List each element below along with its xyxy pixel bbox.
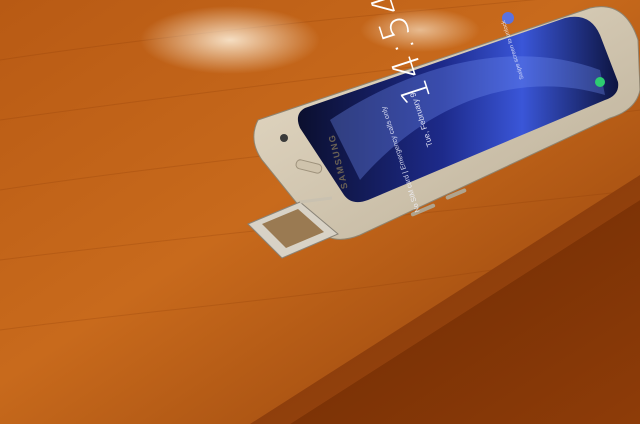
glare-left xyxy=(140,6,320,74)
photo-background xyxy=(0,0,640,424)
photo-scene: 14:54 Tue, February 9 Swipe screen to un… xyxy=(0,0,640,424)
front-camera xyxy=(280,134,288,142)
glare-right xyxy=(360,8,480,52)
